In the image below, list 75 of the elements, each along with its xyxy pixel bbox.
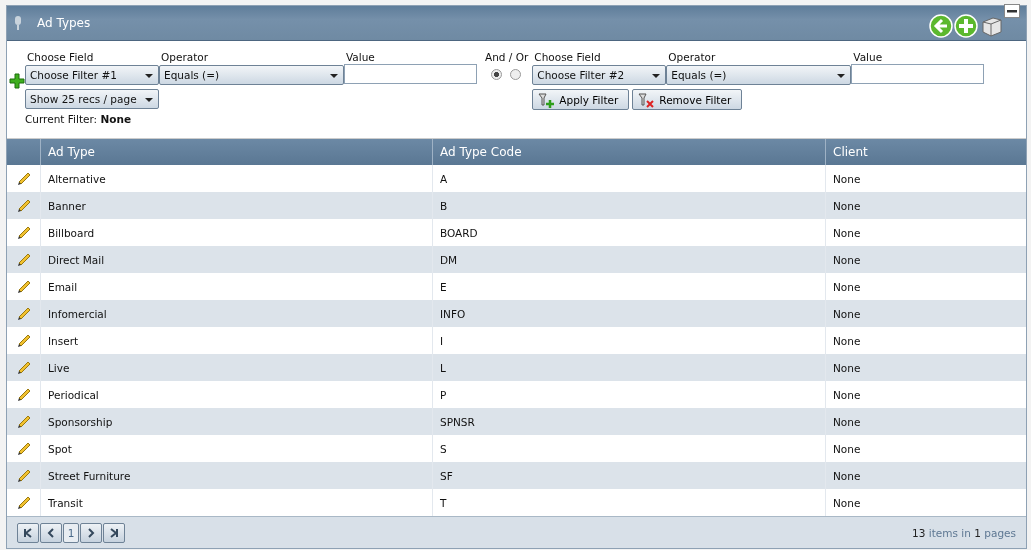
value-field[interactable] [851, 64, 985, 84]
pencil-icon[interactable] [15, 494, 32, 511]
current-filter-label: Current Filter: [25, 113, 98, 125]
table-cell: None [825, 192, 1026, 219]
table-cell: Sponsorship [40, 408, 432, 435]
column-header[interactable]: Client [825, 139, 1026, 165]
and-or-label: And / Or [484, 50, 529, 65]
pencil-icon[interactable] [15, 332, 32, 349]
table-cell: Infomercial [40, 300, 432, 327]
radio-button[interactable] [510, 69, 521, 80]
table-cell: Street Furniture [40, 462, 432, 489]
table-cell: None [825, 300, 1026, 327]
pencil-icon[interactable] [15, 278, 32, 295]
table-cell: Live [40, 354, 432, 381]
item-count: 13 [912, 526, 926, 539]
field-dropdown[interactable]: Choose Filter #1 [25, 65, 159, 85]
microphone-icon [13, 15, 23, 31]
first-page-button[interactable] [17, 522, 39, 543]
table-cell: SPNSR [432, 408, 825, 435]
operator-dropdown[interactable]: Equals (=) [666, 65, 852, 85]
current-filter-value: None [100, 113, 132, 125]
next-page-button[interactable] [80, 522, 102, 543]
page-size-dropdown[interactable]: Show 25 recs / page [25, 89, 159, 109]
last-page-icon [109, 527, 119, 538]
first-page-icon [23, 527, 33, 538]
operator-dropdown[interactable]: Equals (=) [159, 65, 344, 85]
pencil-icon[interactable] [15, 251, 32, 268]
pencil-icon[interactable] [15, 440, 32, 457]
table-cell: Direct Mail [40, 246, 432, 273]
value-label: Value [345, 50, 376, 65]
minimize-icon[interactable] [1004, 4, 1020, 18]
pencil-icon[interactable] [15, 305, 32, 322]
pencil-icon[interactable] [15, 413, 32, 430]
previous-icon [46, 527, 56, 538]
table-cell: None [825, 246, 1026, 273]
printer-icon[interactable] [979, 14, 1003, 38]
panel-title: Ad Types [37, 16, 91, 30]
apply-filter-button[interactable]: Apply Filter [532, 89, 630, 110]
pencil-icon[interactable] [15, 224, 32, 241]
column-header[interactable]: Ad Type Code [432, 139, 825, 165]
field-dropdown[interactable]: Choose Filter #2 [532, 65, 667, 85]
pencil-icon[interactable] [15, 386, 32, 403]
table-cell: None [825, 408, 1026, 435]
pencil-icon[interactable] [15, 467, 32, 484]
pencil-icon[interactable] [15, 197, 32, 214]
table-cell: SF [432, 462, 825, 489]
page-number-button[interactable]: 1 [63, 522, 79, 543]
table-cell: L [432, 354, 825, 381]
pencil-icon[interactable] [15, 170, 32, 187]
value-label: Value [852, 50, 884, 65]
pencil-icon[interactable] [15, 359, 32, 376]
field-label: Choose Field [26, 50, 95, 65]
last-page-button[interactable] [103, 522, 125, 543]
items-text: items in [928, 526, 971, 539]
operator-label: Operator [667, 50, 717, 65]
table-cell: None [825, 354, 1026, 381]
previous-page-button[interactable] [40, 522, 62, 543]
radio-button[interactable] [491, 69, 502, 80]
funnel-plus-icon [537, 91, 556, 108]
table-cell: B [432, 192, 825, 219]
table-cell: None [825, 462, 1026, 489]
value-field[interactable] [344, 64, 477, 84]
table-cell: INFO [432, 300, 825, 327]
table-cell: DM [432, 246, 825, 273]
add-filter-icon[interactable] [9, 73, 25, 89]
remove-filter-button[interactable]: Remove Filter [632, 89, 743, 110]
funnel-cross-icon [637, 91, 656, 108]
next-icon [86, 527, 96, 538]
operator-label: Operator [160, 50, 209, 65]
column-header[interactable]: Ad Type [40, 139, 432, 165]
page-count: 1 [974, 526, 981, 539]
pages-text: pages [984, 526, 1016, 539]
table-cell: Banner [40, 192, 432, 219]
add-icon[interactable] [954, 14, 978, 38]
field-label: Choose Field [533, 50, 602, 65]
